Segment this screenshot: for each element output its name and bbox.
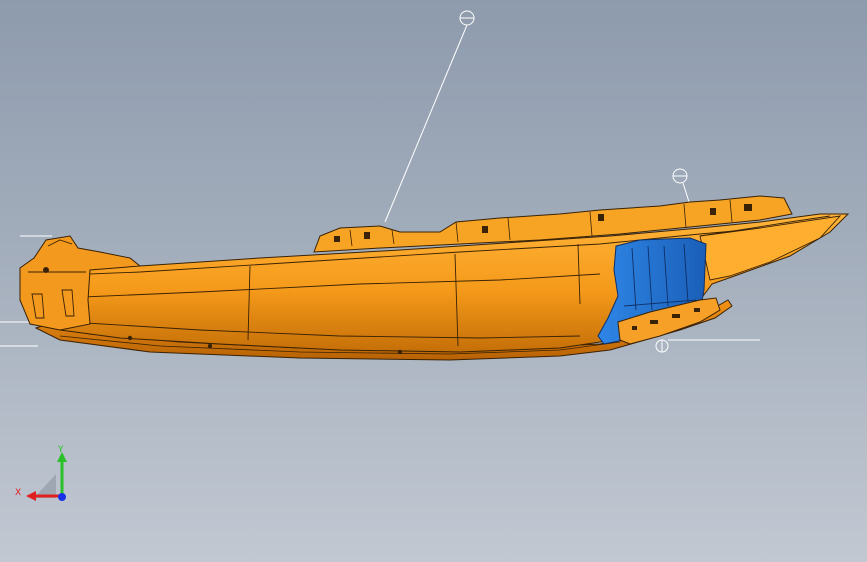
triad-y-label: Y [57, 445, 64, 455]
triad-z-axis [58, 493, 66, 501]
annotation-symbol-right[interactable] [672, 168, 688, 184]
annotation-symbol-bottom[interactable] [655, 339, 669, 353]
cad-viewport[interactable]: Y X [0, 0, 867, 562]
triad-x-label: X [15, 488, 21, 498]
coordinate-triad: Y X [15, 445, 67, 501]
model-scene[interactable]: Y X [0, 0, 867, 562]
left-cap-hole [43, 267, 49, 273]
annotation-symbol-top[interactable] [459, 10, 475, 26]
annotation-leader-top [384, 24, 468, 223]
